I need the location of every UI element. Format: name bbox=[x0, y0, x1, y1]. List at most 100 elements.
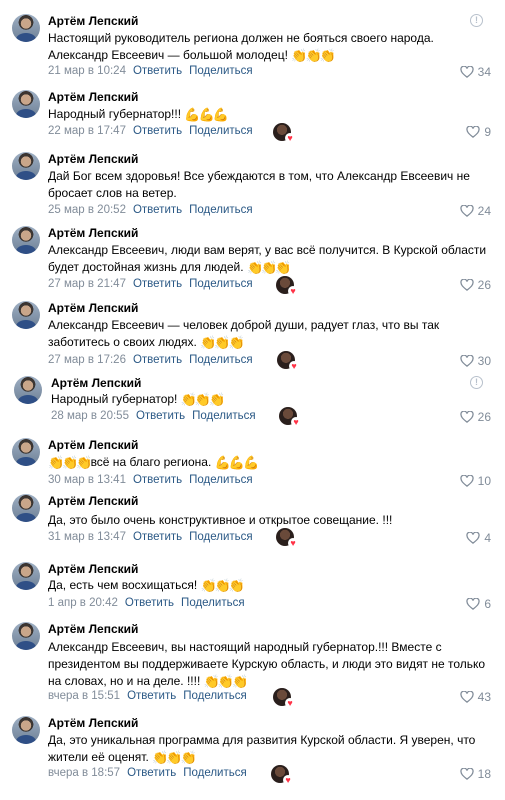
reply-link[interactable]: Ответить bbox=[127, 690, 176, 702]
comment-meta: 28 мар в 20:55 Ответить Поделиться bbox=[51, 410, 256, 422]
comment-text: Да, есть чем восхищаться! 👏👏👏 bbox=[48, 578, 246, 593]
author-name[interactable]: Артём Лепский bbox=[48, 622, 138, 636]
avatar[interactable] bbox=[12, 301, 40, 329]
author-name[interactable]: Артём Лепский bbox=[48, 14, 138, 28]
heart-outline-icon bbox=[459, 279, 474, 291]
reply-link[interactable]: Ответить bbox=[125, 597, 174, 609]
comment-date[interactable]: 25 мар в 20:52 bbox=[48, 204, 126, 216]
like-count: 18 bbox=[477, 767, 491, 781]
share-link[interactable]: Поделиться bbox=[181, 597, 245, 609]
reply-link[interactable]: Ответить bbox=[136, 410, 185, 422]
liked-by-avatar[interactable] bbox=[273, 123, 295, 143]
author-name[interactable]: Артём Лепский bbox=[48, 152, 138, 166]
reply-link[interactable]: Ответить bbox=[133, 204, 182, 216]
heart-outline-icon bbox=[459, 66, 474, 78]
author-name[interactable]: Артём Лепский bbox=[48, 438, 138, 452]
comment-meta: вчера в 18:57 Ответить Поделиться bbox=[48, 767, 247, 779]
comment-date[interactable]: вчера в 15:51 bbox=[48, 690, 120, 702]
avatar[interactable] bbox=[12, 90, 40, 118]
reply-link[interactable]: Ответить bbox=[133, 278, 182, 290]
comment-text: Александр Евсеевич, вы настоящий народны… bbox=[48, 640, 486, 689]
comment-date[interactable]: 22 мар в 17:47 bbox=[48, 125, 126, 137]
like-button[interactable]: 43 bbox=[459, 690, 491, 704]
author-name[interactable]: Артём Лепский bbox=[51, 376, 141, 390]
comment-date[interactable]: 27 мар в 21:47 bbox=[48, 278, 126, 290]
heart-outline-icon bbox=[459, 205, 474, 217]
like-button[interactable]: 26 bbox=[459, 278, 491, 292]
comment-date[interactable]: вчера в 18:57 bbox=[48, 767, 120, 779]
like-count: 34 bbox=[477, 65, 491, 79]
like-button[interactable]: 10 bbox=[459, 474, 491, 488]
avatar[interactable] bbox=[12, 438, 40, 466]
clap-emoji: 👏👏👏 bbox=[200, 335, 245, 350]
author-name[interactable]: Артём Лепский bbox=[48, 562, 138, 576]
avatar[interactable] bbox=[12, 562, 40, 590]
liked-by-avatar[interactable] bbox=[276, 528, 298, 548]
share-link[interactable]: Поделиться bbox=[183, 690, 247, 702]
comment-text: Да, это было очень конструктивное и откр… bbox=[48, 513, 393, 527]
share-link[interactable]: Поделиться bbox=[183, 767, 247, 779]
reply-link[interactable]: Ответить bbox=[127, 767, 176, 779]
liked-by-avatar[interactable] bbox=[279, 407, 301, 427]
share-link[interactable]: Поделиться bbox=[189, 474, 253, 486]
author-name[interactable]: Артём Лепский bbox=[48, 494, 138, 508]
share-link[interactable]: Поделиться bbox=[189, 531, 253, 543]
like-button[interactable]: 9 bbox=[466, 125, 491, 139]
like-button[interactable]: 4 bbox=[466, 531, 491, 545]
like-count: 9 bbox=[484, 125, 491, 139]
share-link[interactable]: Поделиться bbox=[189, 354, 253, 366]
like-button[interactable]: 30 bbox=[459, 354, 491, 368]
clap-emoji: 👏👏👏 bbox=[291, 48, 336, 63]
avatar[interactable] bbox=[12, 494, 40, 522]
liked-by-avatar[interactable] bbox=[277, 351, 299, 371]
comment-meta: 22 мар в 17:47 Ответить Поделиться bbox=[48, 125, 253, 137]
report-icon[interactable]: ! bbox=[470, 376, 483, 389]
comment-text: Настоящий руководитель региона должен не… bbox=[48, 31, 434, 63]
comment-date[interactable]: 27 мар в 17:26 bbox=[48, 354, 126, 366]
reply-link[interactable]: Ответить bbox=[133, 474, 182, 486]
like-button[interactable]: 6 bbox=[466, 597, 491, 611]
comment-date[interactable]: 1 апр в 20:42 bbox=[48, 597, 118, 609]
like-button[interactable]: 24 bbox=[459, 204, 491, 218]
comment-date[interactable]: 31 мар в 13:47 bbox=[48, 531, 126, 543]
clap-emoji: 👏👏👏 bbox=[152, 750, 197, 765]
author-name[interactable]: Артём Лепский bbox=[48, 301, 138, 315]
heart-icon bbox=[289, 361, 299, 371]
comment-meta: 31 мар в 13:47 Ответить Поделиться bbox=[48, 531, 253, 543]
avatar[interactable] bbox=[12, 14, 40, 42]
like-button[interactable]: 26 bbox=[459, 410, 491, 424]
avatar[interactable] bbox=[12, 152, 40, 180]
heart-icon bbox=[288, 538, 298, 548]
clap-emoji: 👏👏👏 bbox=[200, 578, 246, 593]
muscle-emoji: 💪💪💪 bbox=[184, 107, 229, 122]
avatar[interactable] bbox=[14, 376, 42, 404]
share-link[interactable]: Поделиться bbox=[189, 204, 253, 216]
author-name[interactable]: Артём Лепский bbox=[48, 226, 138, 240]
liked-by-avatar[interactable] bbox=[273, 688, 295, 708]
share-link[interactable]: Поделиться bbox=[189, 278, 253, 290]
share-link[interactable]: Поделиться bbox=[189, 65, 253, 77]
like-button[interactable]: 34 bbox=[459, 65, 491, 79]
reply-link[interactable]: Ответить bbox=[133, 531, 182, 543]
author-name[interactable]: Артём Лепский bbox=[48, 90, 138, 104]
liked-by-avatar[interactable] bbox=[276, 276, 298, 296]
avatar[interactable] bbox=[12, 622, 40, 650]
reply-link[interactable]: Ответить bbox=[133, 65, 182, 77]
share-link[interactable]: Поделиться bbox=[189, 125, 253, 137]
avatar[interactable] bbox=[12, 226, 40, 254]
comment-date[interactable]: 30 мар в 13:41 bbox=[48, 474, 126, 486]
comment-date[interactable]: 21 мар в 10:24 bbox=[48, 65, 126, 77]
reply-link[interactable]: Ответить bbox=[133, 354, 182, 366]
heart-icon bbox=[285, 698, 295, 708]
author-name[interactable]: Артём Лепский bbox=[48, 716, 138, 730]
like-button[interactable]: 18 bbox=[459, 767, 491, 781]
avatar[interactable] bbox=[12, 716, 40, 744]
comment-date[interactable]: 28 мар в 20:55 bbox=[51, 410, 129, 422]
like-count: 30 bbox=[477, 354, 491, 368]
heart-icon bbox=[291, 417, 301, 427]
liked-by-avatar[interactable] bbox=[271, 765, 293, 785]
report-icon[interactable]: ! bbox=[470, 14, 483, 27]
reply-link[interactable]: Ответить bbox=[133, 125, 182, 137]
share-link[interactable]: Поделиться bbox=[192, 410, 256, 422]
comment-meta: 30 мар в 13:41 Ответить Поделиться bbox=[48, 474, 253, 486]
